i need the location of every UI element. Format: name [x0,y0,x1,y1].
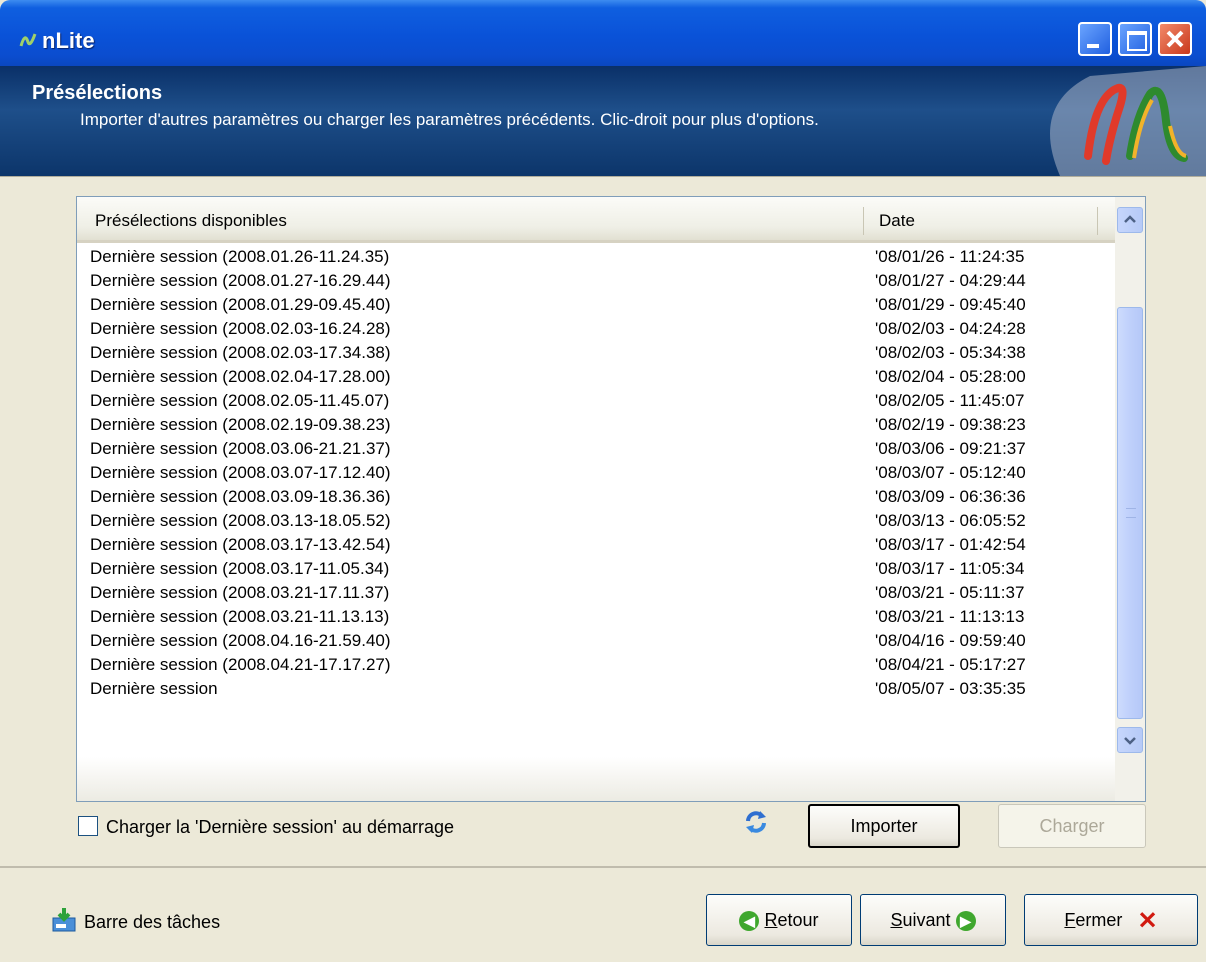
back-button[interactable]: ◀ Retour [706,894,852,946]
preset-date: '08/03/21 - 11:13:13 [875,607,1025,626]
list-item[interactable]: Dernière session (2008.03.17-11.05.34) '0… [77,557,1115,581]
chevron-down-icon [1124,737,1136,745]
preset-name: Dernière session (2008.03.07-17.12.40) [90,463,391,482]
preset-name: Dernière session (2008.03.21-11.13.13) [90,607,390,626]
preset-name: Dernière session (2008.02.05-11.45.07) [90,391,390,410]
preset-name: Dernière session (2008.01.27-16.29.44) [90,271,391,290]
preset-date: '08/03/17 - 11:05:34 [875,559,1025,578]
preset-name: Dernière session (2008.03.17-11.05.34) [90,559,390,578]
list-header: Présélections disponibles Date [77,197,1115,243]
list-item[interactable]: Dernière session (2008.04.16-21.59.40) '0… [77,629,1115,653]
grip-icon [1126,508,1136,518]
load-last-session-checkbox[interactable] [78,816,98,836]
taskbar-label[interactable]: Barre des tâches [84,912,220,933]
preset-date: '08/01/29 - 09:45:40 [875,295,1026,314]
import-button[interactable]: Importer [808,804,960,848]
preset-name: Dernière session (2008.02.03-17.34.38) [90,343,391,362]
scroll-thumb[interactable] [1117,307,1143,719]
window-title: nLite [42,28,95,53]
preset-date: '08/01/26 - 11:24:35 [875,247,1025,266]
close-window-button[interactable] [1158,22,1192,56]
red-x-icon: ✕ [1137,907,1158,935]
list-empty-area [77,757,1115,801]
list-item[interactable]: Dernière session (2008.03.07-17.12.40) '0… [77,461,1115,485]
preset-name: Dernière session (2008.02.04-17.28.00) [90,367,391,386]
list-item[interactable]: Dernière session (2008.01.29-09.45.40) '0… [77,293,1115,317]
list-item[interactable]: Dernière session (2008.03.21-17.11.37) '0… [77,581,1115,605]
nlite-logo-icon [19,33,37,47]
close-icon [1166,30,1184,48]
preset-date: '08/03/06 - 09:21:37 [875,439,1026,458]
list-item[interactable]: Dernière session (2008.03.06-21.21.37) '0… [77,437,1115,461]
preset-date: '08/02/19 - 09:38:23 [875,415,1026,434]
preset-date: '08/03/21 - 05:11:37 [875,583,1025,602]
preset-name: Dernière session (2008.03.09-18.36.36) [90,487,391,506]
preset-date: '08/05/07 - 03:35:35 [875,679,1026,698]
preset-date: '08/03/07 - 05:12:40 [875,463,1026,482]
preset-name: Dernière session (2008.03.21-17.11.37) [90,583,390,602]
list-item[interactable]: Dernière session (2008.03.13-18.05.52) '0… [77,509,1115,533]
preset-name: Dernière session (2008.03.13-18.05.52) [90,511,391,530]
column-separator[interactable] [863,207,864,235]
column-header-date[interactable]: Date [879,211,915,231]
preset-date: '08/02/05 - 11:45:07 [875,391,1025,410]
title-bar[interactable] [0,0,1206,66]
list-item[interactable]: Dernière session (2008.02.04-17.28.00) '0… [77,365,1115,389]
preset-date: '08/04/16 - 09:59:40 [875,631,1026,650]
preset-name: Dernière session (2008.04.21-17.17.27) [90,655,391,674]
preset-name: Dernière session (2008.02.19-09.38.23) [90,415,391,434]
preset-name: Dernière session [90,679,218,698]
preset-date: '08/03/09 - 06:36:36 [875,487,1026,506]
preset-date: '08/02/03 - 04:24:28 [875,319,1026,338]
maximize-button[interactable] [1118,22,1152,56]
chevron-up-icon [1124,215,1136,223]
nlite-banner-logo-icon [1050,66,1206,176]
next-button[interactable]: Suivant ▶ [860,894,1006,946]
list-item[interactable]: Dernière session (2008.03.21-11.13.13) '0… [77,605,1115,629]
list-item[interactable]: Dernière session (2008.04.21-17.17.27) '0… [77,653,1115,677]
green-right-arrow-icon: ▶ [955,911,976,932]
list-item[interactable]: Dernière session (2008.03.17-13.42.54) '0… [77,533,1115,557]
list-item[interactable]: Dernière session (2008.02.03-16.24.28) '0… [77,317,1115,341]
minimize-button[interactable] [1078,22,1112,56]
list-item[interactable]: Dernière session (2008.01.27-16.29.44) '0… [77,269,1115,293]
preset-name: Dernière session (2008.02.03-16.24.28) [90,319,391,338]
page-title: Présélections [32,82,163,104]
close-button[interactable]: Fermer ✕ [1024,894,1198,946]
vertical-scrollbar[interactable] [1115,197,1145,801]
list-item[interactable]: Dernière session (2008.03.09-18.36.36) '0… [77,485,1115,509]
list-item[interactable]: Dernière session (2008.02.03-17.34.38) '0… [77,341,1115,365]
preset-name: Dernière session (2008.03.17-13.42.54) [90,535,391,554]
presets-list[interactable]: Présélections disponibles Date Dernière … [76,196,1146,802]
page-subtitle: Importer d'autres paramètres ou charger … [80,110,819,129]
green-left-arrow-icon: ◀ [739,911,760,932]
preset-date: '08/02/04 - 05:28:00 [875,367,1026,386]
list-item[interactable]: Dernière session '08/05/07 - 03:35:35 [77,677,1115,701]
preset-name: Dernière session (2008.03.06-21.21.37) [90,439,391,458]
taskbar-icon[interactable] [50,906,78,934]
load-last-session-label[interactable]: Charger la 'Dernière session' au démarra… [106,817,454,838]
preset-date: '08/04/21 - 05:17:27 [875,655,1026,674]
list-item[interactable]: Dernière session (2008.02.19-09.38.23) '0… [77,413,1115,437]
preset-date: '08/03/13 - 06:05:52 [875,511,1026,530]
preset-date: '08/01/27 - 04:29:44 [875,271,1026,290]
scroll-up-button[interactable] [1117,207,1143,233]
list-item[interactable]: Dernière session (2008.01.26-11.24.35) '0… [77,245,1115,269]
column-header-presets[interactable]: Présélections disponibles [95,211,287,231]
preset-date: '08/02/03 - 05:34:38 [875,343,1026,362]
preset-date: '08/03/17 - 01:42:54 [875,535,1026,554]
scroll-down-button[interactable] [1117,727,1143,753]
preset-name: Dernière session (2008.04.16-21.59.40) [90,631,391,650]
column-separator[interactable] [1097,207,1098,235]
list-item[interactable]: Dernière session (2008.02.05-11.45.07) '0… [77,389,1115,413]
load-button[interactable]: Charger [998,804,1146,848]
refresh-icon[interactable] [742,808,770,836]
preset-name: Dernière session (2008.01.29-09.45.40) [90,295,391,314]
preset-name: Dernière session (2008.01.26-11.24.35) [90,247,390,266]
